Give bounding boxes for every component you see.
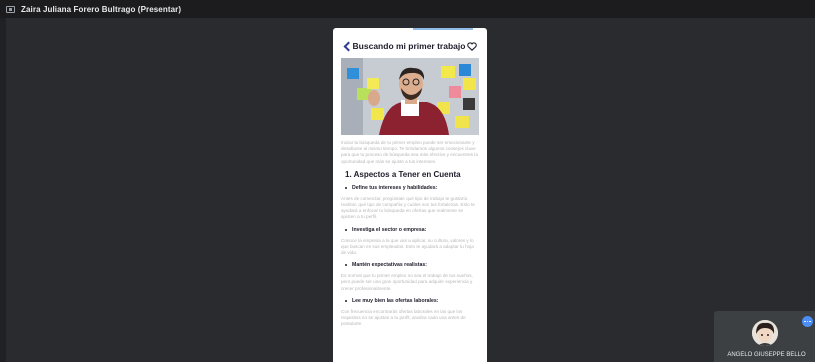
presenter-name: Zaira Juliana Forero Bultrago (Presentar… [21, 4, 182, 14]
participant-tile[interactable]: ANGELO GIUSEPPE BELLO [714, 311, 815, 362]
back-arrow-icon[interactable] [343, 41, 351, 51]
article-intro: Iniciar la búsqueda de tu primer empleo … [341, 140, 478, 164]
list-item-heading-text: Investiga el sector o empresa: [352, 226, 427, 233]
list-item-text: Con frecuencia encontrarás ofertas labor… [341, 308, 466, 327]
phone-top-indicator [413, 28, 473, 30]
list-item-text: Conoce la empresa a la que vas a aplicar… [341, 237, 474, 256]
participant-name: ANGELO GIUSEPPE BELLO [727, 352, 806, 358]
article-hero-image [341, 58, 479, 135]
bullet-icon [345, 186, 347, 189]
list-item-heading-text: Lee muy bien las ofertas laborales: [352, 297, 439, 304]
list-item-heading: Investiga el sector o empresa: [345, 227, 479, 233]
more-options-icon[interactable] [802, 316, 813, 327]
shared-phone-screen: Buscando mi primer trabajo Iniciar la bú… [333, 28, 487, 362]
bullet-icon [345, 228, 347, 231]
article-header: Buscando mi primer trabajo [333, 37, 487, 55]
participant-avatar [752, 320, 778, 346]
list-item-heading-text: Define tus intereses y habilidades: [352, 184, 438, 191]
article-body: Iniciar la búsqueda de tu primer empleo … [341, 140, 479, 331]
heart-icon[interactable] [467, 41, 477, 51]
list-item-text: Es normal que tu primer empleo no sea el… [341, 273, 473, 291]
bullet-icon [345, 264, 347, 267]
present-screen-icon [6, 5, 15, 13]
bullet-icon [345, 299, 347, 302]
list-item-heading: Mantén expectativas realistas: [345, 262, 479, 268]
article-title: Buscando mi primer trabajo [352, 41, 466, 51]
presenter-bar: Zaira Juliana Forero Bultrago (Presentar… [0, 0, 815, 18]
list-item-heading: Lee muy bien las ofertas laborales: [345, 298, 479, 304]
list-item-heading-text: Mantén expectativas realistas: [352, 262, 427, 269]
list-item-heading: Define tus intereses y habilidades: [345, 185, 479, 191]
section-heading: 1. Aspectos a Tener en Cuenta [345, 169, 461, 179]
list-item-text: Antes de comenzar, pregúntate qué tipo d… [341, 195, 475, 220]
